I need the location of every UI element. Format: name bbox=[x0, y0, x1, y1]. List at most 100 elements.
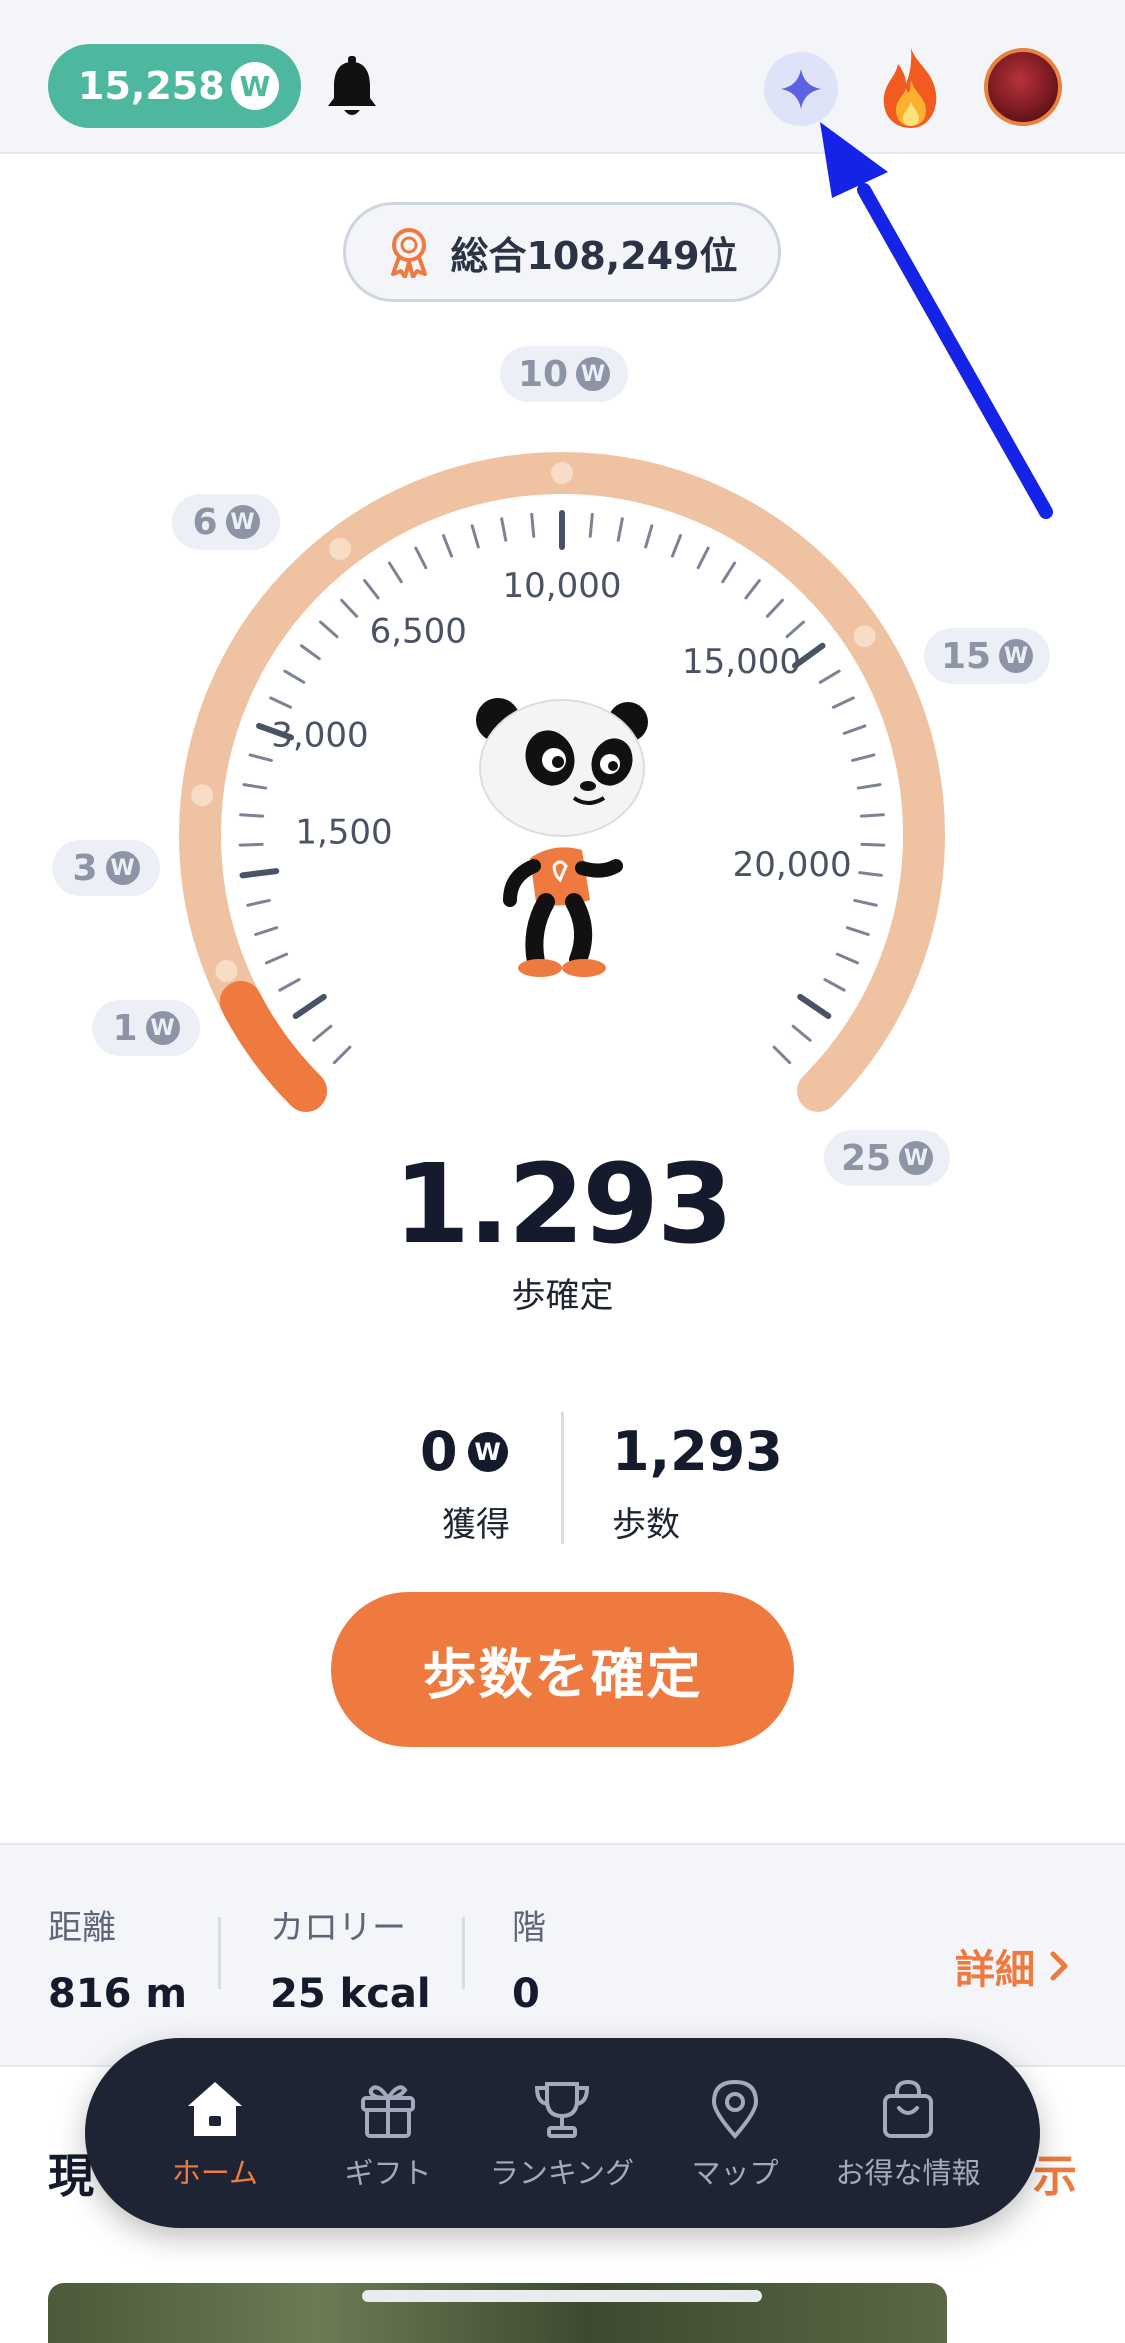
reward-pill-6: 6W bbox=[172, 494, 280, 550]
nav-home[interactable]: ホーム bbox=[125, 2078, 305, 2192]
nav-ranking-label: ランキング bbox=[489, 2156, 635, 2190]
gauge-step-label: 1,500 bbox=[295, 813, 392, 853]
rank-label: 総合108,249位 bbox=[450, 233, 738, 278]
gauge-step-label: 20,000 bbox=[733, 845, 852, 885]
gauge-minor-tick bbox=[835, 952, 860, 965]
gauge-minor-tick bbox=[785, 620, 806, 639]
ribbon-award-icon bbox=[391, 228, 428, 278]
nav-home-label: ホーム bbox=[171, 2156, 259, 2190]
coin-icon: W bbox=[105, 851, 140, 885]
distance-metric: 距離 816 m bbox=[48, 1900, 187, 2017]
top-bar: 15,258 W bbox=[0, 0, 1125, 154]
gauge-minor-tick bbox=[765, 598, 784, 618]
nav-gift-label: ギフト bbox=[344, 2156, 432, 2190]
gauge-minor-tick bbox=[318, 620, 339, 639]
reward-value: 3 bbox=[72, 847, 98, 889]
calorie-value: 25 kcal bbox=[270, 1971, 431, 2017]
coin-icon: W bbox=[999, 639, 1034, 673]
floors-metric: 階 0 bbox=[512, 1900, 546, 2017]
gauge-minor-tick bbox=[616, 517, 624, 542]
gauge-minor-tick bbox=[387, 561, 403, 584]
gauge-minor-tick bbox=[744, 579, 761, 600]
balance-value: 15,258 bbox=[78, 64, 225, 108]
nav-deals[interactable]: お得な情報 bbox=[818, 2078, 998, 2192]
gauge-minor-tick bbox=[239, 813, 265, 818]
steps-label: 歩数 bbox=[612, 1505, 680, 1545]
reward-value: 10 bbox=[517, 353, 569, 395]
reward-pill-1: 1W bbox=[92, 1000, 200, 1056]
gauge-minor-tick bbox=[853, 898, 878, 907]
gauge-minor-tick bbox=[772, 1045, 792, 1065]
earned-stat: 0 W 獲得 bbox=[420, 1420, 510, 1546]
gauge-minor-tick bbox=[823, 978, 846, 992]
gauge-major-tick bbox=[292, 993, 327, 1019]
section-more-link[interactable]: 示 bbox=[1033, 2140, 1077, 2204]
nav-ranking[interactable]: ランキング bbox=[472, 2078, 652, 2192]
calorie-label: カロリー bbox=[270, 1908, 406, 1948]
balance-pill[interactable]: 15,258 W bbox=[48, 44, 301, 128]
coin-icon: W bbox=[145, 1011, 180, 1045]
gauge-step-label: 10,000 bbox=[503, 566, 622, 606]
reward-value: 15 bbox=[940, 635, 992, 677]
confirm-steps-button[interactable]: 歩数を確定 bbox=[331, 1592, 794, 1747]
sparkle-button[interactable] bbox=[764, 52, 838, 126]
sparkle-icon bbox=[781, 69, 821, 109]
gauge-minor-tick bbox=[254, 926, 279, 937]
gauge-minor-tick bbox=[312, 1024, 333, 1042]
shopping-bag-icon bbox=[883, 2079, 933, 2138]
gauge-milestone-dot bbox=[329, 537, 352, 560]
metric-divider bbox=[462, 1917, 465, 1989]
profile-avatar[interactable] bbox=[984, 48, 1062, 126]
steps-value: 1,293 bbox=[612, 1420, 783, 1483]
gauge-minor-tick bbox=[588, 512, 594, 538]
gauge-minor-tick bbox=[414, 546, 428, 570]
gauge-minor-tick bbox=[831, 696, 855, 709]
streak-fire-icon[interactable] bbox=[876, 46, 946, 130]
floors-value: 0 bbox=[512, 1971, 540, 2017]
bell-icon[interactable] bbox=[324, 54, 380, 120]
activity-metrics: 距離 816 m カロリー 25 kcal 階 0 詳細 bbox=[0, 1843, 1125, 2067]
gauge-step-label: 3,000 bbox=[271, 716, 368, 756]
gauge-minor-tick bbox=[363, 579, 380, 600]
gauge-major-tick bbox=[239, 868, 280, 879]
gauge-milestone-dot bbox=[215, 959, 238, 982]
gauge-step-label: 15,000 bbox=[682, 642, 801, 682]
gauge-minor-tick bbox=[283, 669, 306, 684]
gauge-minor-tick bbox=[238, 842, 264, 847]
gauge-minor-tick bbox=[858, 871, 883, 877]
confirmed-steps-value: 1.293 bbox=[393, 1140, 734, 1268]
earned-label: 獲得 bbox=[442, 1505, 510, 1545]
gauge-minor-tick bbox=[644, 524, 654, 549]
distance-value: 816 m bbox=[48, 1971, 188, 2017]
stat-divider bbox=[561, 1412, 564, 1544]
gauge-minor-tick bbox=[860, 842, 886, 847]
gift-icon bbox=[361, 2085, 415, 2138]
gauge-minor-tick bbox=[248, 753, 273, 762]
gauge-minor-tick bbox=[470, 524, 480, 549]
reward-pill-15: 15 W bbox=[924, 628, 1050, 684]
gauge-minor-tick bbox=[340, 598, 359, 618]
confirmed-steps-label: 歩確定 bbox=[511, 1276, 614, 1316]
chevron-right-icon bbox=[1050, 1951, 1068, 1981]
nav-map-label: マップ bbox=[691, 2156, 779, 2190]
nav-deals-label: お得な情報 bbox=[835, 2156, 981, 2190]
reward-value: 6 bbox=[192, 501, 218, 543]
gauge-minor-tick bbox=[842, 724, 867, 735]
gauge-minor-tick bbox=[721, 561, 737, 584]
floors-label: 階 bbox=[512, 1908, 546, 1948]
nav-gift[interactable]: ギフト bbox=[298, 2078, 478, 2192]
gauge-minor-tick bbox=[269, 696, 293, 709]
map-pin-icon bbox=[711, 2079, 759, 2140]
panda-mascot bbox=[476, 698, 648, 977]
detail-link[interactable]: 詳細 bbox=[955, 1937, 1069, 1995]
gauge-minor-tick bbox=[530, 512, 536, 538]
nav-map[interactable]: マップ bbox=[645, 2078, 825, 2192]
gauge-milestone-dot bbox=[853, 625, 876, 648]
gauge-milestone-dot bbox=[551, 462, 573, 484]
overall-rank-badge[interactable]: 総合108,249位 bbox=[343, 202, 781, 302]
trophy-icon bbox=[534, 2082, 590, 2138]
gauge-step-label: 6,500 bbox=[370, 611, 467, 651]
gauge-minor-tick bbox=[670, 534, 683, 558]
gauge-minor-tick bbox=[856, 783, 882, 790]
gauge-minor-tick bbox=[242, 783, 268, 790]
